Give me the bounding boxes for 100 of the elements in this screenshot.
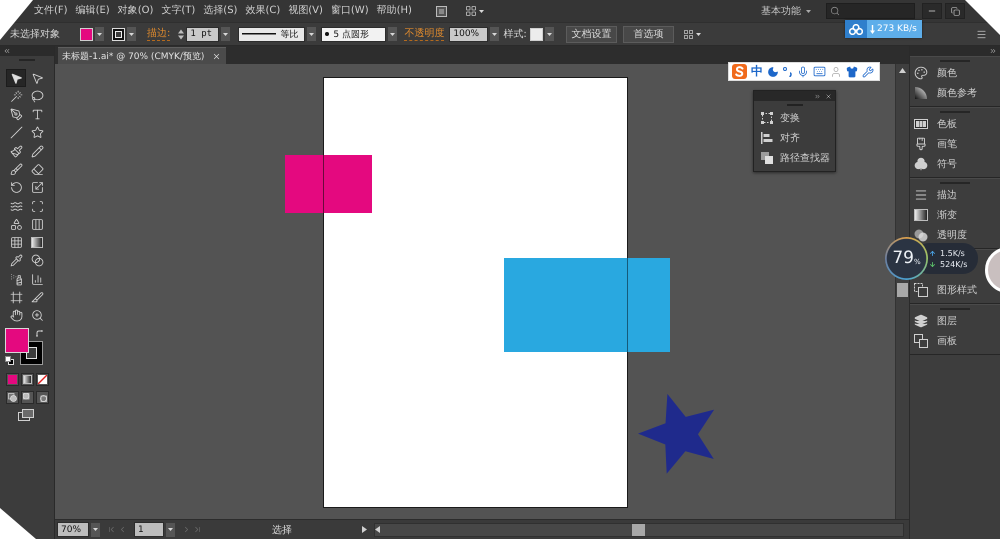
stroke-profile-field[interactable]: 等比	[238, 26, 306, 42]
dropdown-button[interactable]	[95, 27, 104, 41]
stroke-line-icon	[242, 33, 276, 35]
pen-nib-icon	[10, 108, 22, 122]
shapes-icon	[10, 218, 22, 231]
square-icon	[436, 6, 447, 16]
dropdown-button[interactable]	[490, 27, 500, 41]
caret-icon	[546, 32, 552, 36]
panel-item[interactable]: 符号	[910, 154, 959, 174]
tool-button[interactable]	[6, 69, 26, 87]
panel-item[interactable]: 色板	[910, 114, 959, 134]
scroll-thumb[interactable]	[897, 283, 908, 297]
keyboard-icon	[813, 65, 826, 78]
arrange-documents-button[interactable]	[464, 3, 485, 19]
overlapping-rectangles-icon	[914, 334, 928, 348]
panel-item[interactable]: 图层	[910, 311, 959, 331]
restore-button[interactable]	[945, 3, 965, 19]
toolbar-button[interactable]: 文档设置	[566, 26, 617, 42]
hand-icon	[10, 309, 22, 322]
stroke-weight-field[interactable]: 1 pt	[186, 26, 220, 42]
gradient-square-icon	[31, 237, 43, 248]
draw-mode-button[interactable]	[21, 391, 34, 404]
caret-icon	[309, 32, 314, 36]
columns-icon	[30, 218, 44, 231]
caret-icon	[97, 32, 102, 36]
menu-item[interactable]: 对象(O)	[114, 2, 158, 20]
default-colors-icon	[5, 356, 14, 366]
fill-color-swatch[interactable]	[80, 28, 93, 40]
menu-item[interactable]: 文字(T)	[157, 2, 200, 20]
dropdown-button[interactable]	[388, 27, 398, 41]
bridge-button[interactable]	[434, 3, 448, 19]
panel-item[interactable]: 描边	[910, 185, 959, 205]
panel-item[interactable]: 渐变	[910, 205, 959, 225]
first-page-icon	[106, 525, 116, 534]
menu-item[interactable]: 窗口(W)	[326, 2, 373, 20]
stroke-link[interactable]: 描边:	[147, 28, 170, 40]
download-speed: 524K/s	[940, 260, 968, 268]
caret-icon	[223, 32, 228, 36]
brush-field[interactable]: 5 点圆形	[321, 26, 386, 42]
page-field[interactable]: 1	[134, 522, 164, 537]
hollow-arrow-icon	[30, 72, 44, 84]
scroll-thumb[interactable]	[632, 524, 645, 536]
input-mode-toggle[interactable]: 中	[751, 63, 763, 80]
document-tab[interactable]: 未标题-1.ai* @ 70% (CMYK/预览)	[58, 47, 226, 64]
panel-item[interactable]: 颜色	[910, 63, 959, 83]
menu-item[interactable]: 效果(C)	[241, 2, 284, 20]
layout-grid-icon	[464, 5, 477, 17]
opacity-link[interactable]: 不透明度	[404, 28, 444, 40]
expand-chevrons-icon	[989, 47, 997, 55]
style-swatch[interactable]	[530, 28, 543, 40]
person-icon	[830, 66, 842, 78]
draw-mode-button[interactable]	[36, 391, 49, 404]
opacity-field[interactable]: 100%	[449, 26, 488, 42]
dropdown-button[interactable]	[544, 27, 554, 41]
panel-item[interactable]: 路径查找器	[754, 148, 835, 168]
workspace-switcher[interactable]: 基本功能	[758, 3, 814, 19]
collapse-chevrons-icon	[814, 92, 821, 100]
brush-icon	[10, 162, 22, 176]
grid-icon	[10, 236, 22, 250]
dropdown-button[interactable]	[127, 27, 136, 41]
down-arrow-icon	[929, 260, 936, 268]
panel-item[interactable]: 颜色参考	[910, 83, 979, 103]
dot-icon	[325, 32, 330, 36]
dropdown-button[interactable]	[91, 522, 100, 536]
screen-mode-button[interactable]	[16, 408, 36, 422]
caret-icon	[390, 32, 396, 36]
fill-swatch[interactable]	[5, 328, 29, 354]
align-bars-icon	[761, 132, 773, 144]
zoom-field[interactable]: 70%	[57, 522, 89, 537]
toolbar-button[interactable]: 首选项	[622, 26, 674, 42]
download-speed: 273 KB/s	[877, 24, 917, 34]
draw-mode-button[interactable]	[6, 391, 19, 404]
menu-item[interactable]: 视图(V)	[284, 2, 327, 20]
down-arrow-icon	[870, 24, 875, 34]
none-mode-button[interactable]	[36, 373, 49, 386]
left-triangle-icon	[375, 526, 380, 533]
panel-item[interactable]: 画笔	[910, 134, 959, 154]
caret-icon	[168, 528, 173, 531]
color-mode-button[interactable]	[6, 373, 19, 386]
caret-icon	[129, 32, 134, 36]
panel-item[interactable]: 变换	[754, 108, 835, 128]
layers-icon	[914, 314, 928, 328]
search-icon	[830, 6, 840, 16]
menu-item[interactable]: 文件(F)	[30, 2, 72, 20]
dropdown-button[interactable]	[307, 27, 316, 41]
line-icon	[10, 126, 22, 140]
dropdown-button[interactable]	[221, 27, 230, 41]
menu-item[interactable]: 帮助(H)	[372, 2, 416, 20]
search-field[interactable]	[826, 3, 915, 19]
panel-item[interactable]: 画板	[910, 331, 959, 351]
horizontal-scrollbar[interactable]	[374, 522, 904, 536]
menu-item[interactable]: 编辑(E)	[72, 2, 114, 20]
panel-item[interactable]: 图形样式	[910, 280, 979, 300]
gradient-mode-button[interactable]	[21, 373, 34, 386]
palette-icon	[914, 66, 928, 80]
stroke-color-swatch[interactable]	[112, 28, 125, 40]
menu-item[interactable]: 选择(S)	[199, 2, 242, 20]
panel-item[interactable]: 对齐	[754, 128, 835, 148]
dropdown-button[interactable]	[166, 522, 175, 536]
filled-square-icon	[8, 375, 17, 384]
